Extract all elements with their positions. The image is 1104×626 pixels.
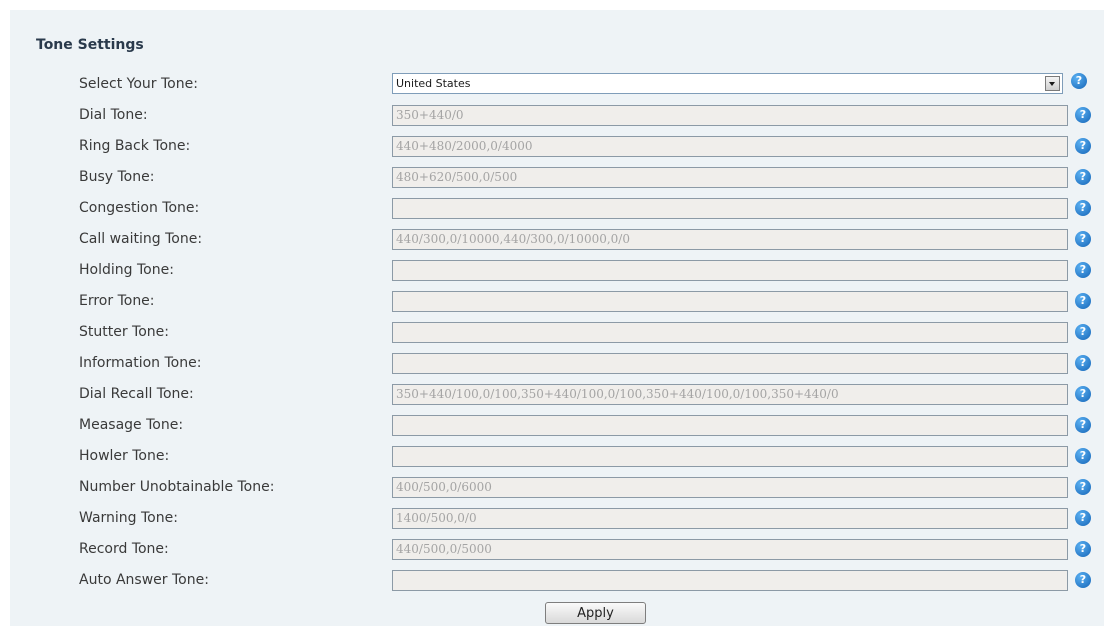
ring-back-tone-field[interactable]: 440+480/2000,0/4000 (392, 136, 1068, 157)
row-warning-tone: Warning Tone: 1400/500,0/0 ? (0, 504, 1104, 535)
ring-back-tone-label: Ring Back Tone: (79, 138, 191, 154)
record-tone-label: Record Tone: (79, 541, 169, 557)
help-icon[interactable]: ? (1075, 200, 1091, 216)
help-icon[interactable]: ? (1075, 355, 1091, 371)
number-unobtainable-tone-field[interactable]: 400/500,0/6000 (392, 477, 1068, 498)
call-waiting-tone-label: Call waiting Tone: (79, 231, 203, 247)
stutter-tone-label: Stutter Tone: (79, 324, 169, 340)
help-icon[interactable]: ? (1075, 479, 1091, 495)
information-tone-label: Information Tone: (79, 355, 202, 371)
row-dial-tone: Dial Tone: 350+440/0 ? (0, 101, 1104, 132)
help-icon[interactable]: ? (1075, 324, 1091, 340)
howler-tone-label: Howler Tone: (79, 448, 170, 464)
help-icon[interactable]: ? (1075, 231, 1091, 247)
holding-tone-label: Holding Tone: (79, 262, 174, 278)
help-icon[interactable]: ? (1075, 169, 1091, 185)
message-tone-label: Measage Tone: (79, 417, 184, 433)
message-tone-field[interactable] (392, 415, 1068, 436)
row-stutter-tone: Stutter Tone: ? (0, 318, 1104, 349)
row-busy-tone: Busy Tone: 480+620/500,0/500 ? (0, 163, 1104, 194)
row-record-tone: Record Tone: 440/500,0/5000 ? (0, 535, 1104, 566)
dial-recall-tone-field[interactable]: 350+440/100,0/100,350+440/100,0/100,350+… (392, 384, 1068, 405)
auto-answer-tone-field[interactable] (392, 570, 1068, 591)
row-ring-back-tone: Ring Back Tone: 440+480/2000,0/4000 ? (0, 132, 1104, 163)
tone-select[interactable]: United States (392, 73, 1063, 94)
congestion-tone-field[interactable] (392, 198, 1068, 219)
row-information-tone: Information Tone: ? (0, 349, 1104, 380)
tone-select-value: United States (396, 77, 471, 90)
error-tone-label: Error Tone: (79, 293, 155, 309)
row-dial-recall-tone: Dial Recall Tone: 350+440/100,0/100,350+… (0, 380, 1104, 411)
help-icon[interactable]: ? (1075, 448, 1091, 464)
apply-button[interactable]: Apply (545, 602, 646, 624)
warning-tone-label: Warning Tone: (79, 510, 178, 526)
row-select-your-tone: Select Your Tone: United States ? (0, 70, 1104, 101)
holding-tone-field[interactable] (392, 260, 1068, 281)
help-icon[interactable]: ? (1075, 262, 1091, 278)
row-congestion-tone: Congestion Tone: ? (0, 194, 1104, 225)
help-icon[interactable]: ? (1071, 73, 1087, 89)
help-icon[interactable]: ? (1075, 541, 1091, 557)
help-icon[interactable]: ? (1075, 138, 1091, 154)
help-icon[interactable]: ? (1075, 417, 1091, 433)
row-auto-answer-tone: Auto Answer Tone: ? (0, 566, 1104, 597)
help-icon[interactable]: ? (1075, 107, 1091, 123)
row-howler-tone: Howler Tone: ? (0, 442, 1104, 473)
auto-answer-tone-label: Auto Answer Tone: (79, 572, 209, 588)
error-tone-field[interactable] (392, 291, 1068, 312)
record-tone-field[interactable]: 440/500,0/5000 (392, 539, 1068, 560)
dial-tone-field[interactable]: 350+440/0 (392, 105, 1068, 126)
help-icon[interactable]: ? (1075, 572, 1091, 588)
information-tone-field[interactable] (392, 353, 1068, 374)
dial-tone-label: Dial Tone: (79, 107, 148, 123)
help-icon[interactable]: ? (1075, 510, 1091, 526)
section-title: Tone Settings (36, 37, 144, 53)
help-icon[interactable]: ? (1075, 293, 1091, 309)
select-tone-label: Select Your Tone: (79, 76, 198, 92)
chevron-down-icon[interactable] (1045, 76, 1060, 91)
row-number-unobtainable-tone: Number Unobtainable Tone: 400/500,0/6000… (0, 473, 1104, 504)
stutter-tone-field[interactable] (392, 322, 1068, 343)
dial-recall-tone-label: Dial Recall Tone: (79, 386, 194, 402)
call-waiting-tone-field[interactable]: 440/300,0/10000,440/300,0/10000,0/0 (392, 229, 1068, 250)
row-message-tone: Measage Tone: ? (0, 411, 1104, 442)
busy-tone-label: Busy Tone: (79, 169, 155, 185)
help-icon[interactable]: ? (1075, 386, 1091, 402)
row-holding-tone: Holding Tone: ? (0, 256, 1104, 287)
congestion-tone-label: Congestion Tone: (79, 200, 200, 216)
warning-tone-field[interactable]: 1400/500,0/0 (392, 508, 1068, 529)
row-call-waiting-tone: Call waiting Tone: 440/300,0/10000,440/3… (0, 225, 1104, 256)
howler-tone-field[interactable] (392, 446, 1068, 467)
number-unobtainable-tone-label: Number Unobtainable Tone: (79, 479, 275, 495)
row-error-tone: Error Tone: ? (0, 287, 1104, 318)
busy-tone-field[interactable]: 480+620/500,0/500 (392, 167, 1068, 188)
